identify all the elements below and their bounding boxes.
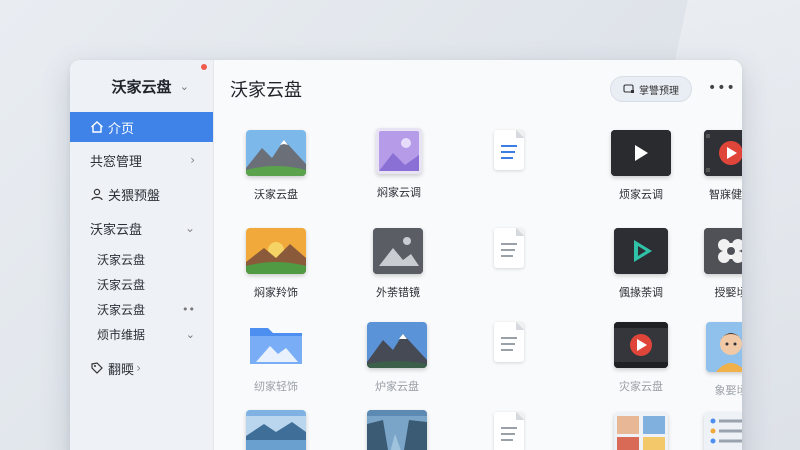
folder-icon [246, 322, 306, 368]
file-name: 纫家轻饰 [254, 380, 298, 393]
notification-dot [201, 64, 207, 70]
sidebar-subitem-label: 沃家云盘 [97, 278, 146, 292]
sidebar-item-label: 关猥预盤 [108, 188, 161, 204]
chevron-right-icon: › [190, 153, 195, 167]
photo-icon [706, 322, 742, 372]
video-play-icon [614, 228, 668, 274]
sidebar-item-label: 沃家云盘 [90, 222, 143, 238]
sidebar-item-label: 介页 [108, 121, 135, 137]
sidebar-subitem-label: 沃家云盘 [97, 303, 146, 317]
video-play-icon [704, 130, 742, 176]
file-name: 炉家云盘 [375, 380, 419, 393]
page-title: 沃家云盘 [230, 80, 302, 101]
video-film-icon [614, 322, 668, 368]
sidebar-subitem-label: 烦市维据 [97, 328, 146, 342]
home-icon [91, 121, 103, 133]
chevron-down-icon: ⌄ [184, 221, 195, 235]
sidebar-item-cloud[interactable]: 沃家云盘 ⌄ [70, 211, 213, 245]
file-tile[interactable]: 烦家云调 [596, 130, 686, 202]
sidebar-subitem[interactable]: 沃家云盘 [70, 247, 213, 272]
file-tile[interactable] [464, 228, 554, 278]
file-tile[interactable] [596, 412, 686, 450]
tag-icon [91, 362, 103, 374]
file-tile[interactable]: 纫家轻饰 [231, 322, 321, 394]
file-tile[interactable]: 外荼错镜 [353, 228, 443, 300]
file-name: 灾家云盘 [619, 380, 663, 393]
file-name: 象娶顷 [714, 384, 743, 397]
file-tile[interactable] [464, 322, 554, 372]
file-tile[interactable] [231, 410, 321, 450]
file-tile[interactable]: 智寐健盘 [686, 130, 742, 202]
lake-folder-icon [246, 410, 306, 450]
image-icon [376, 128, 422, 174]
sidebar-subitem[interactable]: 沃家云盘 [70, 272, 213, 297]
file-tile[interactable] [352, 410, 442, 450]
sidebar-item-label: 翻㬉 [108, 362, 135, 378]
user-icon [91, 188, 103, 201]
image-icon [704, 228, 742, 274]
sidebar-item-contacts[interactable]: 关猥预盤 [70, 177, 213, 211]
file-name: 外荼错镜 [376, 286, 420, 299]
file-tile[interactable]: 授婜顷 [686, 228, 742, 300]
file-name: 焖家云调 [377, 186, 421, 199]
document-icon [494, 322, 524, 362]
video-icon [611, 130, 671, 176]
app-window: 沃家云盘 ⌄ 介页 共窓管理 › 关猥预盤 沃家云盘 ⌄ 沃家云盘 沃家云盘 沃… [70, 60, 742, 450]
main-panel: 沃家云盘 掌讐预理 ••• 沃家云盘 焖家云调 烦家云调 智寐健 焖家羚饰 外荼… [214, 60, 742, 450]
file-tile[interactable] [464, 412, 554, 450]
photo-collage-icon [614, 412, 668, 450]
file-tile[interactable] [686, 412, 742, 450]
chevron-down-icon: ⌄ [185, 328, 195, 341]
sidebar-item-bottom[interactable]: 翻㬉 › [70, 351, 213, 385]
sidebar-item-label: 共窓管理 [90, 154, 143, 170]
file-tile[interactable] [464, 130, 554, 180]
document-icon [494, 130, 524, 170]
document-icon [494, 412, 524, 450]
sidebar-item-share[interactable]: 共窓管理 › [70, 143, 213, 177]
canyon-folder-icon [367, 410, 427, 450]
document-icon [494, 228, 524, 268]
image-icon [373, 228, 423, 274]
mountain-image-icon [246, 130, 306, 176]
sidebar-subitem-label: 沃家云盘 [97, 253, 146, 267]
more-icon[interactable]: •• [182, 303, 195, 316]
brand-header[interactable]: 沃家云盘 ⌄ [70, 60, 213, 112]
manage-button[interactable]: 掌讐预理 [610, 76, 692, 102]
file-name: 智寐健盘 [709, 188, 742, 201]
file-tile[interactable]: 灾家云盘 [596, 322, 686, 394]
chevron-right-icon: › [136, 361, 141, 375]
sidebar-subitem[interactable]: 烦市维据 ⌄ [70, 322, 213, 347]
more-options-icon[interactable]: ••• [708, 80, 736, 96]
brand-title: 沃家云盘 [111, 77, 172, 96]
landscape-image-icon [246, 228, 306, 274]
file-name: 偑掾荼调 [619, 286, 663, 299]
list-icon [704, 412, 742, 450]
sidebar: 沃家云盘 ⌄ 介页 共窓管理 › 关猥预盤 沃家云盘 ⌄ 沃家云盘 沃家云盘 沃… [70, 60, 214, 450]
sidebar-item-home[interactable]: 介页 [70, 112, 213, 142]
file-tile[interactable]: 焖家羚饰 [231, 228, 321, 300]
file-name: 授婜顷 [714, 286, 743, 299]
file-tile[interactable]: 象娶顷 [686, 322, 742, 398]
file-name: 焖家羚饰 [254, 286, 298, 299]
manage-button-label: 掌讐预理 [639, 85, 679, 97]
file-tile[interactable]: 沃家云盘 [231, 130, 321, 202]
cloud-icon [623, 84, 634, 93]
chevron-down-icon[interactable]: ⌄ [180, 80, 189, 93]
file-tile[interactable]: 偑掾荼调 [596, 228, 686, 300]
file-tile[interactable]: 焖家云调 [354, 128, 444, 200]
mountain-folder-icon [367, 322, 427, 368]
sidebar-subitem[interactable]: 沃家云盘 •• [70, 297, 213, 322]
file-name: 烦家云调 [619, 188, 663, 201]
file-name: 沃家云盘 [254, 188, 298, 201]
file-tile[interactable]: 炉家云盘 [352, 322, 442, 394]
